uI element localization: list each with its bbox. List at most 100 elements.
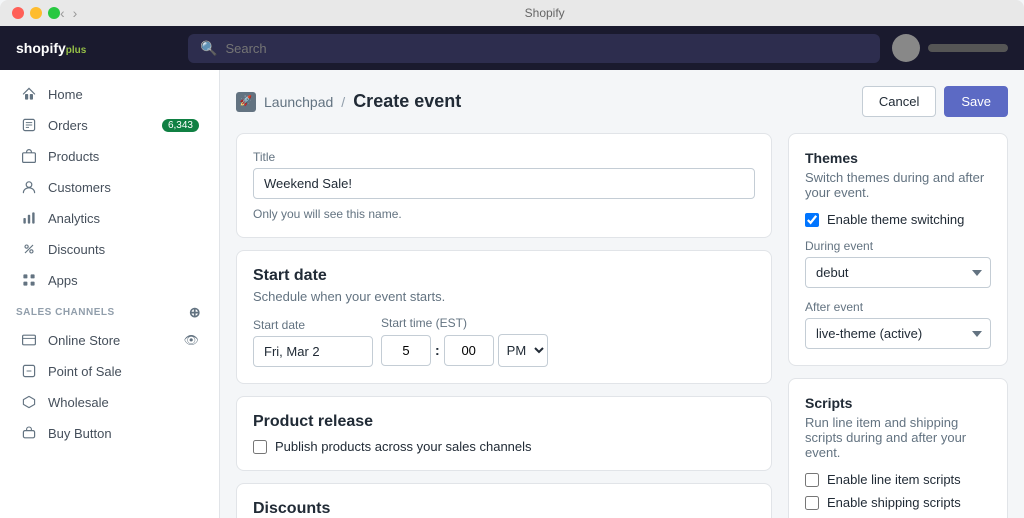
window-title: Shopify [77,6,1012,20]
hour-input[interactable] [381,335,431,366]
product-release-checkbox[interactable] [253,440,267,454]
breadcrumb-current: Create event [353,91,461,112]
breadcrumb-parent[interactable]: Launchpad [264,94,333,110]
time-row: : AM PM [381,334,548,367]
sidebar-label-discounts: Discounts [48,242,105,257]
sidebar-label-apps: Apps [48,273,78,288]
main-column: Title Only you will see this name. Start… [236,133,772,518]
topbar: shopifyplus 🔍 [0,26,1024,70]
search-input[interactable] [225,41,868,56]
after-event-label: After event [805,300,991,314]
breadcrumb: 🚀 Launchpad / Create event [236,91,461,112]
title-label: Title [253,150,755,164]
sidebar-label-analytics: Analytics [48,211,100,226]
sidebar-item-orders[interactable]: Orders 6,343 [4,110,215,140]
sidebar-item-analytics[interactable]: Analytics [4,203,215,233]
user-area [892,34,1008,62]
search-icon: 🔍 [200,40,217,57]
cancel-button[interactable]: Cancel [862,86,936,117]
sidebar-item-apps[interactable]: Apps [4,265,215,295]
enable-theme-label: Enable theme switching [827,212,964,227]
sidebar-label-pos: Point of Sale [48,364,122,379]
app-body: Home Orders 6,343 Products Customers A [0,70,1024,518]
pos-icon [20,362,38,380]
sidebar-label-orders: Orders [48,118,88,133]
customers-icon [20,178,38,196]
line-item-scripts-row: Enable line item scripts [805,472,991,487]
sidebar-label-buy-button: Buy Button [48,426,112,441]
start-date-input[interactable] [253,336,373,367]
view-icon[interactable]: 👁 [184,333,199,347]
product-release-card: Product release Publish products across … [236,396,772,471]
analytics-icon [20,209,38,227]
sidebar-item-customers[interactable]: Customers [4,172,215,202]
sidebar-item-wholesale[interactable]: Wholesale [4,387,215,417]
logo-plus: plus [66,45,87,56]
traffic-lights [12,7,60,19]
scripts-card: Scripts Run line item and shipping scrip… [788,378,1008,518]
start-date-label: Start date [253,318,373,332]
product-release-label: Publish products across your sales chann… [275,439,532,454]
back-button[interactable]: ‹ [60,5,65,21]
sales-channels-label: SALES CHANNELS ⊕ [0,296,219,324]
title-input[interactable] [253,168,755,199]
sidebar-label-online-store: Online Store [48,333,120,348]
discounts-icon [20,240,38,258]
window-nav: ‹ › [60,5,77,21]
product-release-title: Product release [253,413,755,431]
line-item-scripts-label: Enable line item scripts [827,472,961,487]
sidebar-item-products[interactable]: Products [4,141,215,171]
product-release-checkbox-row: Publish products across your sales chann… [253,439,755,454]
page-actions: Cancel Save [862,86,1008,117]
title-hint: Only you will see this name. [253,207,755,221]
home-icon [20,85,38,103]
products-icon [20,147,38,165]
discounts-card-title: Discounts [253,500,755,518]
sidebar-label-customers: Customers [48,180,111,195]
sidebar-label-home: Home [48,87,83,102]
shipping-scripts-checkbox[interactable] [805,496,819,510]
close-button[interactable] [12,7,24,19]
save-button[interactable]: Save [944,86,1008,117]
search-bar[interactable]: 🔍 [188,34,880,63]
date-row: Start date Start time (EST) : AM [253,316,755,367]
avatar [892,34,920,62]
logo-shopify: shopify [16,40,66,56]
shipping-scripts-label: Enable shipping scripts [827,495,961,510]
during-event-select[interactable]: debut launch brooklyn [805,257,991,288]
apps-icon [20,271,38,289]
minimize-button[interactable] [30,7,42,19]
maximize-button[interactable] [48,7,60,19]
orders-badge: 6,343 [162,119,199,132]
online-store-icon [20,331,38,349]
sidebar: Home Orders 6,343 Products Customers A [0,70,220,518]
minute-input[interactable] [444,335,494,366]
sidebar-item-online-store[interactable]: Online Store 👁 [4,325,215,355]
ampm-select[interactable]: AM PM [498,334,548,367]
side-column: Themes Switch themes during and after yo… [788,133,1008,518]
start-date-card: Start date Schedule when your event star… [236,250,772,384]
discounts-card: Discounts Apply discounts to your produc… [236,483,772,518]
enable-theme-checkbox[interactable] [805,213,819,227]
sidebar-item-discounts[interactable]: Discounts [4,234,215,264]
line-item-scripts-checkbox[interactable] [805,473,819,487]
launchpad-icon: 🚀 [236,92,256,112]
sidebar-item-pos[interactable]: Point of Sale [4,356,215,386]
sidebar-item-buy-button[interactable]: Buy Button [4,418,215,448]
scripts-subtitle: Run line item and shipping scripts durin… [805,415,991,460]
add-channel-button[interactable]: ⊕ [187,304,203,320]
user-name-bar [928,44,1008,52]
sidebar-item-home[interactable]: Home [4,79,215,109]
breadcrumb-separator: / [341,94,345,110]
themes-title: Themes [805,150,991,166]
buy-button-icon [20,424,38,442]
start-time-label: Start time (EST) [381,316,548,330]
content-area: Title Only you will see this name. Start… [236,133,1008,518]
window-chrome: ‹ › Shopify [0,0,1024,26]
sidebar-label-products: Products [48,149,99,164]
enable-theme-row: Enable theme switching [805,212,991,227]
start-date-subtitle: Schedule when your event starts. [253,289,755,304]
start-date-title: Start date [253,267,755,285]
sidebar-label-wholesale: Wholesale [48,395,109,410]
after-event-select[interactable]: live-theme (active) debut launch [805,318,991,349]
